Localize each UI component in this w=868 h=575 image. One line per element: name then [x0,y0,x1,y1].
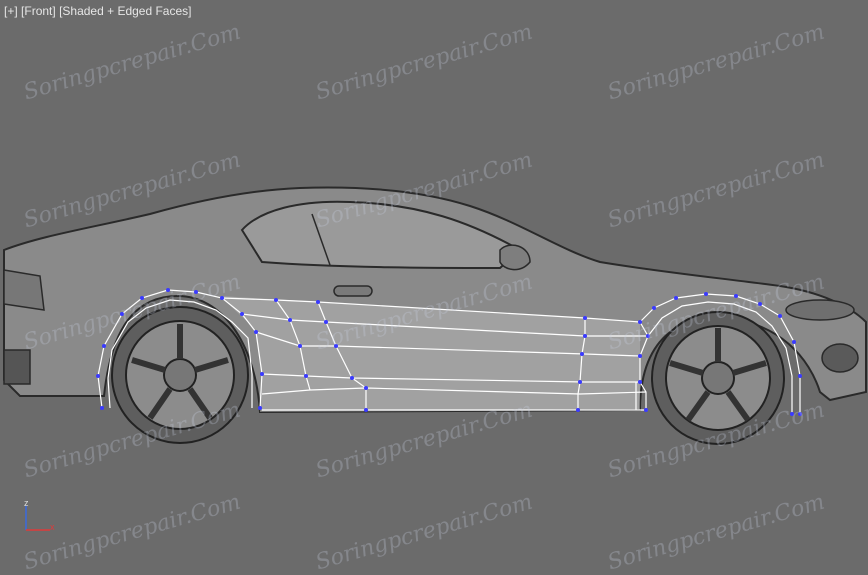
front-intake [821,343,859,373]
rear-light [3,269,45,311]
axis-gizmo-icon: z x [14,494,64,544]
front-wheel [651,311,785,445]
rear-vent [3,349,31,385]
gizmo-z-label: z [24,498,29,508]
front-viewport[interactable]: [+] [Front] [Shaded + Edged Faces] Sorin… [0,0,868,575]
rear-wheel [111,306,249,444]
door-handle [333,285,373,297]
car-model-scene [3,186,867,445]
gizmo-x-label: x [50,522,55,532]
headlight [785,299,855,321]
